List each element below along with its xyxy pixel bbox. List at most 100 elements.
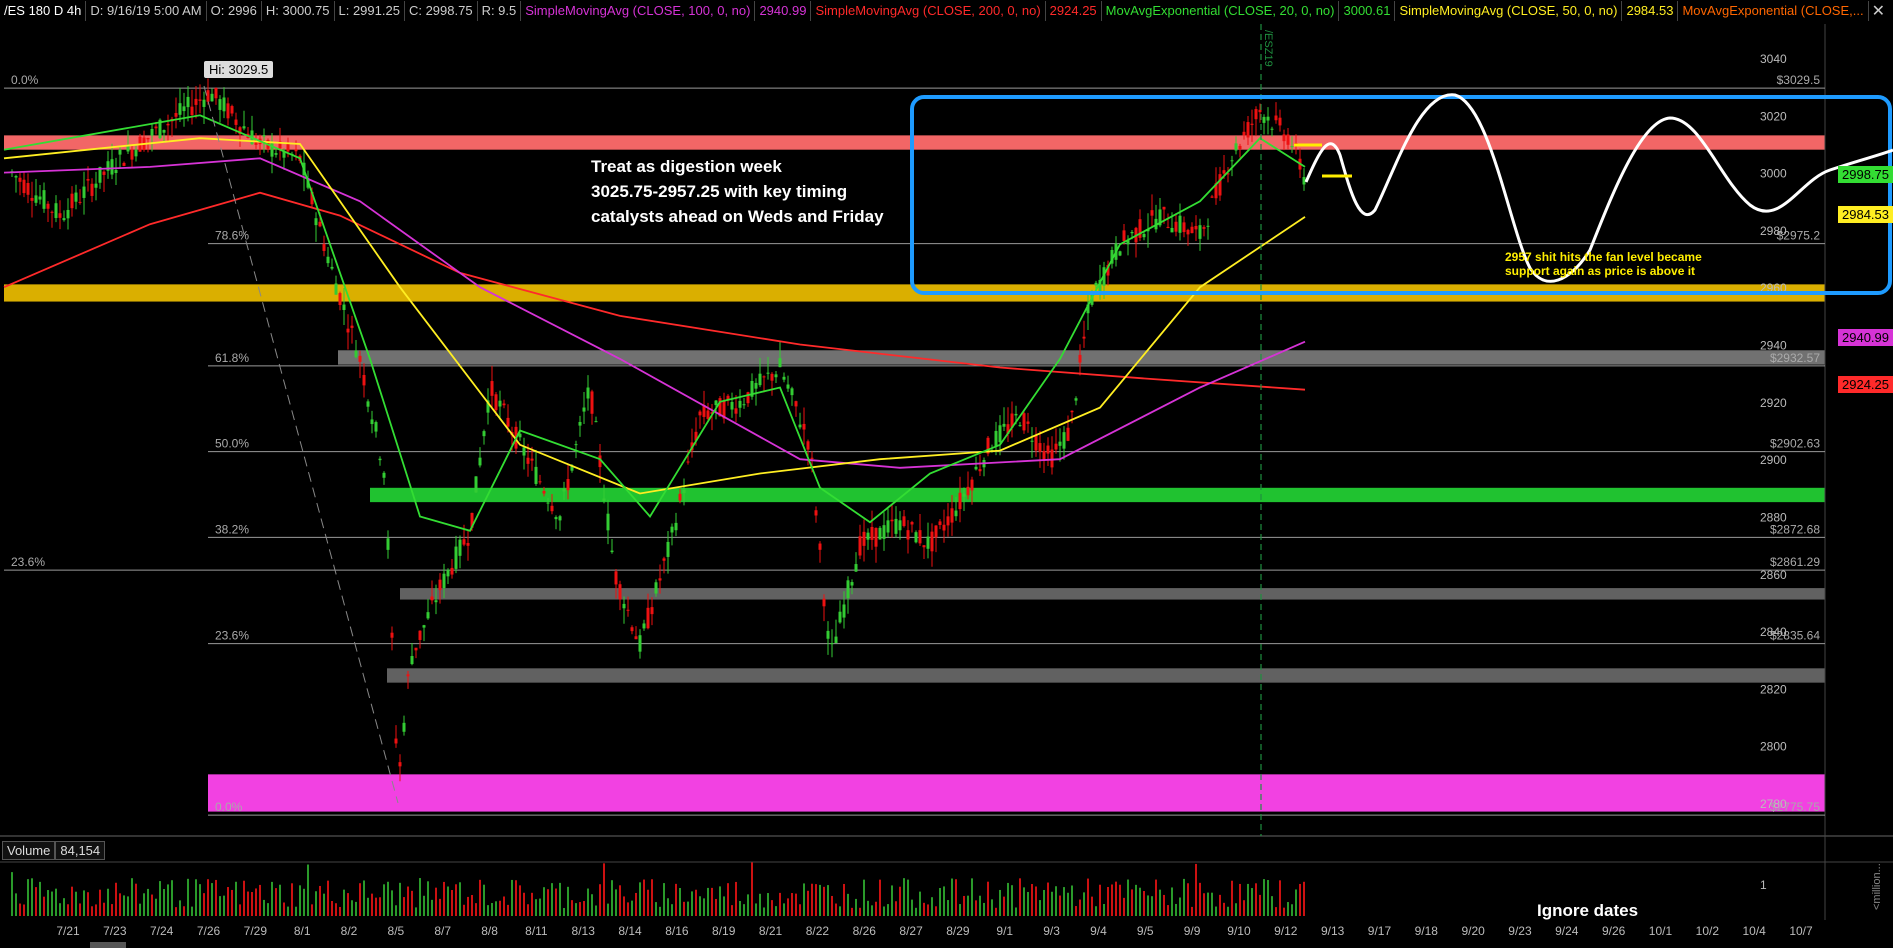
candle-body	[966, 486, 970, 496]
candle-body	[734, 408, 738, 414]
candle-body	[862, 531, 866, 546]
candle-body	[978, 469, 982, 472]
volume-bar	[235, 881, 237, 916]
volume-bar	[535, 899, 537, 916]
volume-bar	[1095, 906, 1097, 916]
candle-body	[1178, 215, 1182, 233]
volume-bar	[299, 885, 301, 916]
volume-bar	[159, 881, 161, 916]
candle-body	[650, 607, 654, 615]
candle-body	[46, 203, 50, 209]
candle-body	[886, 520, 890, 533]
candle-body	[286, 143, 290, 152]
volume-bar	[175, 907, 177, 916]
x-tick-label: 8/27	[899, 924, 923, 938]
volume-bar	[171, 880, 173, 916]
volume-bar	[791, 893, 793, 916]
volume-bar	[223, 895, 225, 916]
price-chart[interactable]: 0.0% $3029.578.6% $2975.261.8% $2932.5750.0…	[0, 0, 1893, 948]
study-sma100[interactable]: SimpleMovingAvg (CLOSE, 100, 0, no)	[521, 1, 756, 21]
candle-body	[594, 421, 598, 423]
scrollbar-thumb[interactable]	[90, 942, 126, 948]
candle-body	[894, 518, 898, 534]
volume-bar	[787, 898, 789, 916]
volume-bar	[591, 894, 593, 916]
candle-body	[1042, 450, 1046, 460]
volume-bar	[1079, 899, 1081, 916]
study-ema-other[interactable]: MovAvgExponential (CLOSE,...	[1678, 1, 1869, 21]
study-sma200[interactable]: SimpleMovingAvg (CLOSE, 200, 0, no)	[811, 1, 1046, 21]
candle-body	[38, 196, 42, 200]
volume-bar	[859, 907, 861, 916]
volume-bar	[1099, 884, 1101, 916]
volume-bar	[255, 888, 257, 916]
volume-label: Volume 84,154	[2, 841, 106, 860]
volume-bar	[511, 879, 513, 916]
candle-body	[1046, 445, 1050, 454]
support-note: 2957 shit hits the fan level became supp…	[1505, 250, 1702, 278]
open-label: O: 2996	[207, 1, 262, 21]
volume-bar	[447, 886, 449, 916]
candle-body	[766, 372, 770, 374]
study-ema20[interactable]: MovAvgExponential (CLOSE, 20, 0, no)	[1102, 1, 1340, 21]
volume-bar	[615, 889, 617, 916]
candle-body	[294, 149, 298, 152]
candle-body	[154, 126, 158, 129]
candle-body	[330, 266, 334, 269]
volume-bar	[1183, 878, 1185, 916]
candle-body	[1070, 410, 1074, 413]
x-tick-label: 8/7	[434, 924, 451, 938]
price-badge-sma100: 2940.99	[1838, 329, 1893, 346]
candle-body	[1038, 443, 1042, 452]
volume-bar	[499, 900, 501, 916]
volume-bar	[999, 889, 1001, 916]
zone-band	[208, 774, 1825, 812]
volume-bar	[1151, 896, 1153, 916]
volume-bar	[99, 889, 101, 916]
volume-bar	[271, 881, 273, 916]
candle-body	[102, 171, 106, 175]
volume-bar	[639, 882, 641, 916]
candle-body	[538, 481, 542, 483]
volume-bar	[1239, 883, 1241, 916]
chart-header: /ES 180 D 4h D: 9/16/19 5:00 AM O: 2996 …	[0, 0, 1893, 22]
study-sma50[interactable]: SimpleMovingAvg (CLOSE, 50, 0, no)	[1395, 1, 1623, 21]
candle-body	[438, 579, 442, 591]
volume-bar	[1187, 883, 1189, 916]
candle-body	[682, 489, 686, 494]
volume-bar	[151, 894, 153, 916]
y-tick-label: 2780	[1760, 797, 1787, 811]
x-tick-label: 9/4	[1090, 924, 1107, 938]
volume-bar	[211, 883, 213, 916]
x-tick-label: 8/16	[665, 924, 689, 938]
candle-body	[1250, 123, 1254, 125]
candle-body	[1030, 440, 1034, 442]
volume-bar	[795, 893, 797, 916]
candle-body	[1186, 229, 1190, 235]
close-icon[interactable]: ✕	[1872, 1, 1885, 21]
candle-body	[226, 103, 230, 119]
candle-body	[318, 221, 322, 227]
candle-body	[374, 422, 378, 432]
volume-bar	[259, 884, 261, 916]
candle-body	[1170, 227, 1174, 233]
candle-body	[1190, 226, 1194, 234]
candle-body	[1286, 134, 1290, 145]
volume-bar	[31, 878, 33, 916]
volume-bar	[939, 887, 941, 916]
volume-bar	[191, 906, 193, 916]
candle-body	[1078, 354, 1082, 363]
volume-bar	[303, 888, 305, 916]
study-ema20-value: 3000.61	[1339, 1, 1396, 21]
candle-body	[66, 209, 70, 219]
volume-bar	[751, 862, 753, 916]
candle-body	[1262, 116, 1266, 123]
candle-body	[1210, 196, 1214, 198]
candle-body	[574, 444, 578, 446]
zone-band	[400, 588, 1825, 600]
volume-bar	[723, 896, 725, 916]
volume-bar	[1251, 888, 1253, 916]
symbol-label[interactable]: /ES 180 D 4h	[0, 1, 87, 21]
volume-bar	[95, 904, 97, 916]
volume-bar	[1267, 880, 1269, 916]
